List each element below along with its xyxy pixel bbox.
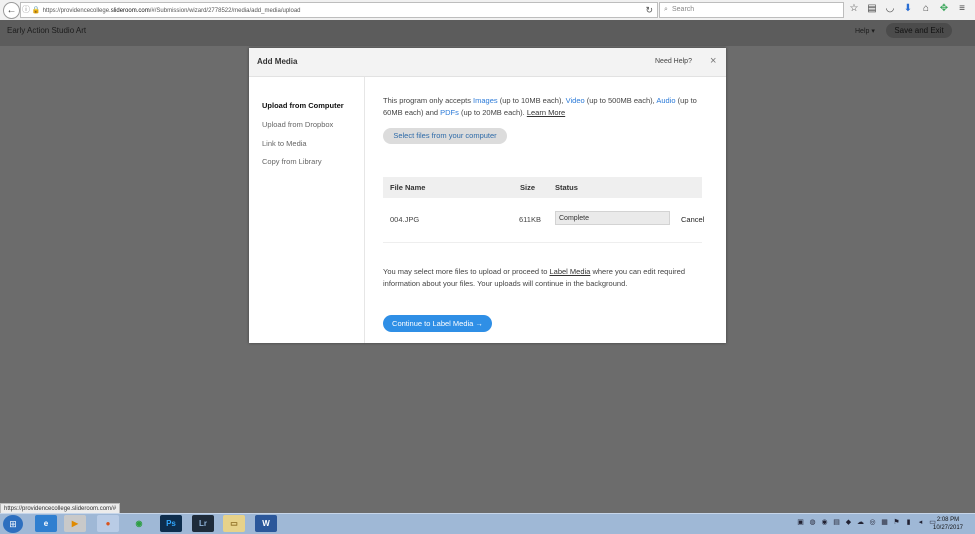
- audio-link[interactable]: Audio: [656, 96, 675, 105]
- save-and-exit-button[interactable]: Save and Exit: [886, 23, 952, 38]
- info-icon[interactable]: ⓘ: [21, 3, 31, 17]
- upload-table: File Name Size Status 004.JPG 611KB Comp…: [383, 177, 704, 243]
- media-player-icon[interactable]: ▶: [64, 515, 86, 532]
- tray-display-icon[interactable]: ▦: [880, 518, 889, 528]
- add-media-modal: Add Media Need Help? × Upload from Compu…: [249, 48, 726, 343]
- reading-list-icon[interactable]: ▤: [866, 3, 878, 15]
- upload-source-nav: Upload from Computer Upload from Dropbox…: [249, 77, 365, 343]
- browser-toolbar: ← ⓘ 🔒 https://providencecollege.slideroom…: [0, 0, 975, 21]
- lock-icon: 🔒: [31, 7, 41, 14]
- reload-icon[interactable]: ↻: [645, 3, 653, 17]
- video-link[interactable]: Video: [566, 96, 585, 105]
- page-title: Early Action Studio Art: [7, 26, 87, 35]
- lightroom-icon[interactable]: Lr: [192, 515, 214, 532]
- clock-time: 2:08 PM: [936, 517, 960, 523]
- pdfs-link[interactable]: PDFs: [440, 108, 459, 117]
- learn-more-link[interactable]: Learn More: [527, 108, 565, 117]
- tray-security-icon[interactable]: ◆: [844, 518, 853, 528]
- photoshop-icon[interactable]: Ps: [160, 515, 182, 532]
- search-placeholder: Search: [672, 6, 695, 13]
- toolbar-icons: ☆ ▤ ◡ ⬇ ⌂ ✥ ≡: [848, 3, 968, 17]
- label-media-link[interactable]: Label Media: [549, 267, 590, 276]
- address-bar[interactable]: ⓘ 🔒 https://providencecollege.slideroom.c…: [20, 2, 658, 18]
- system-clock[interactable]: 2:08 PM 10/27/2017: [926, 516, 970, 532]
- images-link[interactable]: Images: [473, 96, 498, 105]
- cancel-upload-link[interactable]: Cancel: [681, 198, 704, 242]
- nav-upload-from-computer[interactable]: Upload from Computer: [262, 101, 344, 110]
- header-status: Status: [555, 183, 578, 192]
- clock-date: 10/27/2017: [932, 525, 964, 531]
- upload-status-bar: Complete: [555, 211, 670, 225]
- nav-upload-from-dropbox[interactable]: Upload from Dropbox: [262, 120, 333, 129]
- back-arrow-icon: ←: [6, 5, 17, 16]
- header-size: Size: [520, 183, 536, 192]
- proceed-info-text: You may select more files to upload or p…: [383, 267, 685, 288]
- tray-flag-icon[interactable]: ⚑: [892, 518, 901, 528]
- help-menu[interactable]: Help ▾: [855, 27, 875, 35]
- tray-app-icon[interactable]: ▣: [796, 518, 805, 528]
- start-button[interactable]: ⊞: [3, 515, 23, 533]
- nav-copy-from-library[interactable]: Copy from Library: [262, 157, 322, 166]
- file-size-cell: 611KB: [519, 215, 541, 224]
- extension-icon[interactable]: ✥: [938, 3, 950, 15]
- home-icon[interactable]: ⌂: [920, 3, 932, 15]
- system-tray: ▣ ◍ ◉ ▤ ◆ ☁ ◎ ▦ ⚑ ▮ ◂ ▭: [796, 518, 937, 528]
- select-files-button[interactable]: Select files from your computer: [383, 128, 507, 144]
- need-help-link[interactable]: Need Help?: [655, 58, 692, 65]
- internet-explorer-icon[interactable]: e: [35, 515, 57, 532]
- menu-icon[interactable]: ≡: [956, 3, 968, 15]
- bookmark-star-icon[interactable]: ☆: [848, 3, 860, 15]
- file-name-cell: 004.JPG: [390, 215, 420, 224]
- url-text: https://providencecollege.slideroom.com/…: [42, 8, 301, 14]
- search-icon: ⌕: [664, 6, 668, 13]
- table-header-row: File Name Size Status: [383, 177, 702, 198]
- firefox-icon[interactable]: ●: [97, 515, 119, 532]
- tray-chrome-icon[interactable]: ◉: [820, 518, 829, 528]
- back-button[interactable]: ←: [3, 2, 20, 19]
- word-icon[interactable]: W: [255, 515, 277, 532]
- close-icon[interactable]: ×: [710, 55, 716, 67]
- windows-taskbar: ⊞ e ▶ ● ◉ Ps Lr ▭ W ▣ ◍ ◉ ▤ ◆ ☁ ◎ ▦ ⚑ ▮ …: [0, 513, 975, 534]
- header-file-name: File Name: [390, 183, 426, 192]
- tray-cloud-icon[interactable]: ☁: [856, 518, 865, 528]
- search-input[interactable]: ⌕ Search: [659, 2, 844, 18]
- accepted-files-text: This program only accepts Images (up to …: [383, 96, 697, 117]
- pocket-icon[interactable]: ◡: [884, 3, 896, 15]
- modal-title: Add Media: [257, 57, 298, 66]
- download-icon[interactable]: ⬇: [902, 3, 914, 15]
- upload-content: This program only accepts Images (up to …: [365, 77, 726, 343]
- file-explorer-icon[interactable]: ▭: [223, 515, 245, 532]
- tray-volume-icon[interactable]: ◂: [916, 518, 925, 528]
- continue-to-label-media-button[interactable]: Continue to Label Media →: [383, 315, 492, 332]
- table-row: 004.JPG 611KB Complete Cancel: [383, 198, 704, 243]
- page-header: Early Action Studio Art Help ▾ Save and …: [0, 20, 975, 46]
- tray-wifi-icon[interactable]: ▮: [904, 518, 913, 528]
- tray-network-icon[interactable]: ▤: [832, 518, 841, 528]
- modal-header: Add Media Need Help? ×: [249, 48, 726, 77]
- nav-link-to-media[interactable]: Link to Media: [262, 139, 307, 148]
- chrome-icon[interactable]: ◉: [128, 515, 150, 532]
- caret-down-icon: ▾: [871, 28, 875, 35]
- tray-update-icon[interactable]: ◎: [868, 518, 877, 528]
- windows-logo-icon: ⊞: [9, 519, 17, 529]
- tray-sync-icon[interactable]: ◍: [808, 518, 817, 528]
